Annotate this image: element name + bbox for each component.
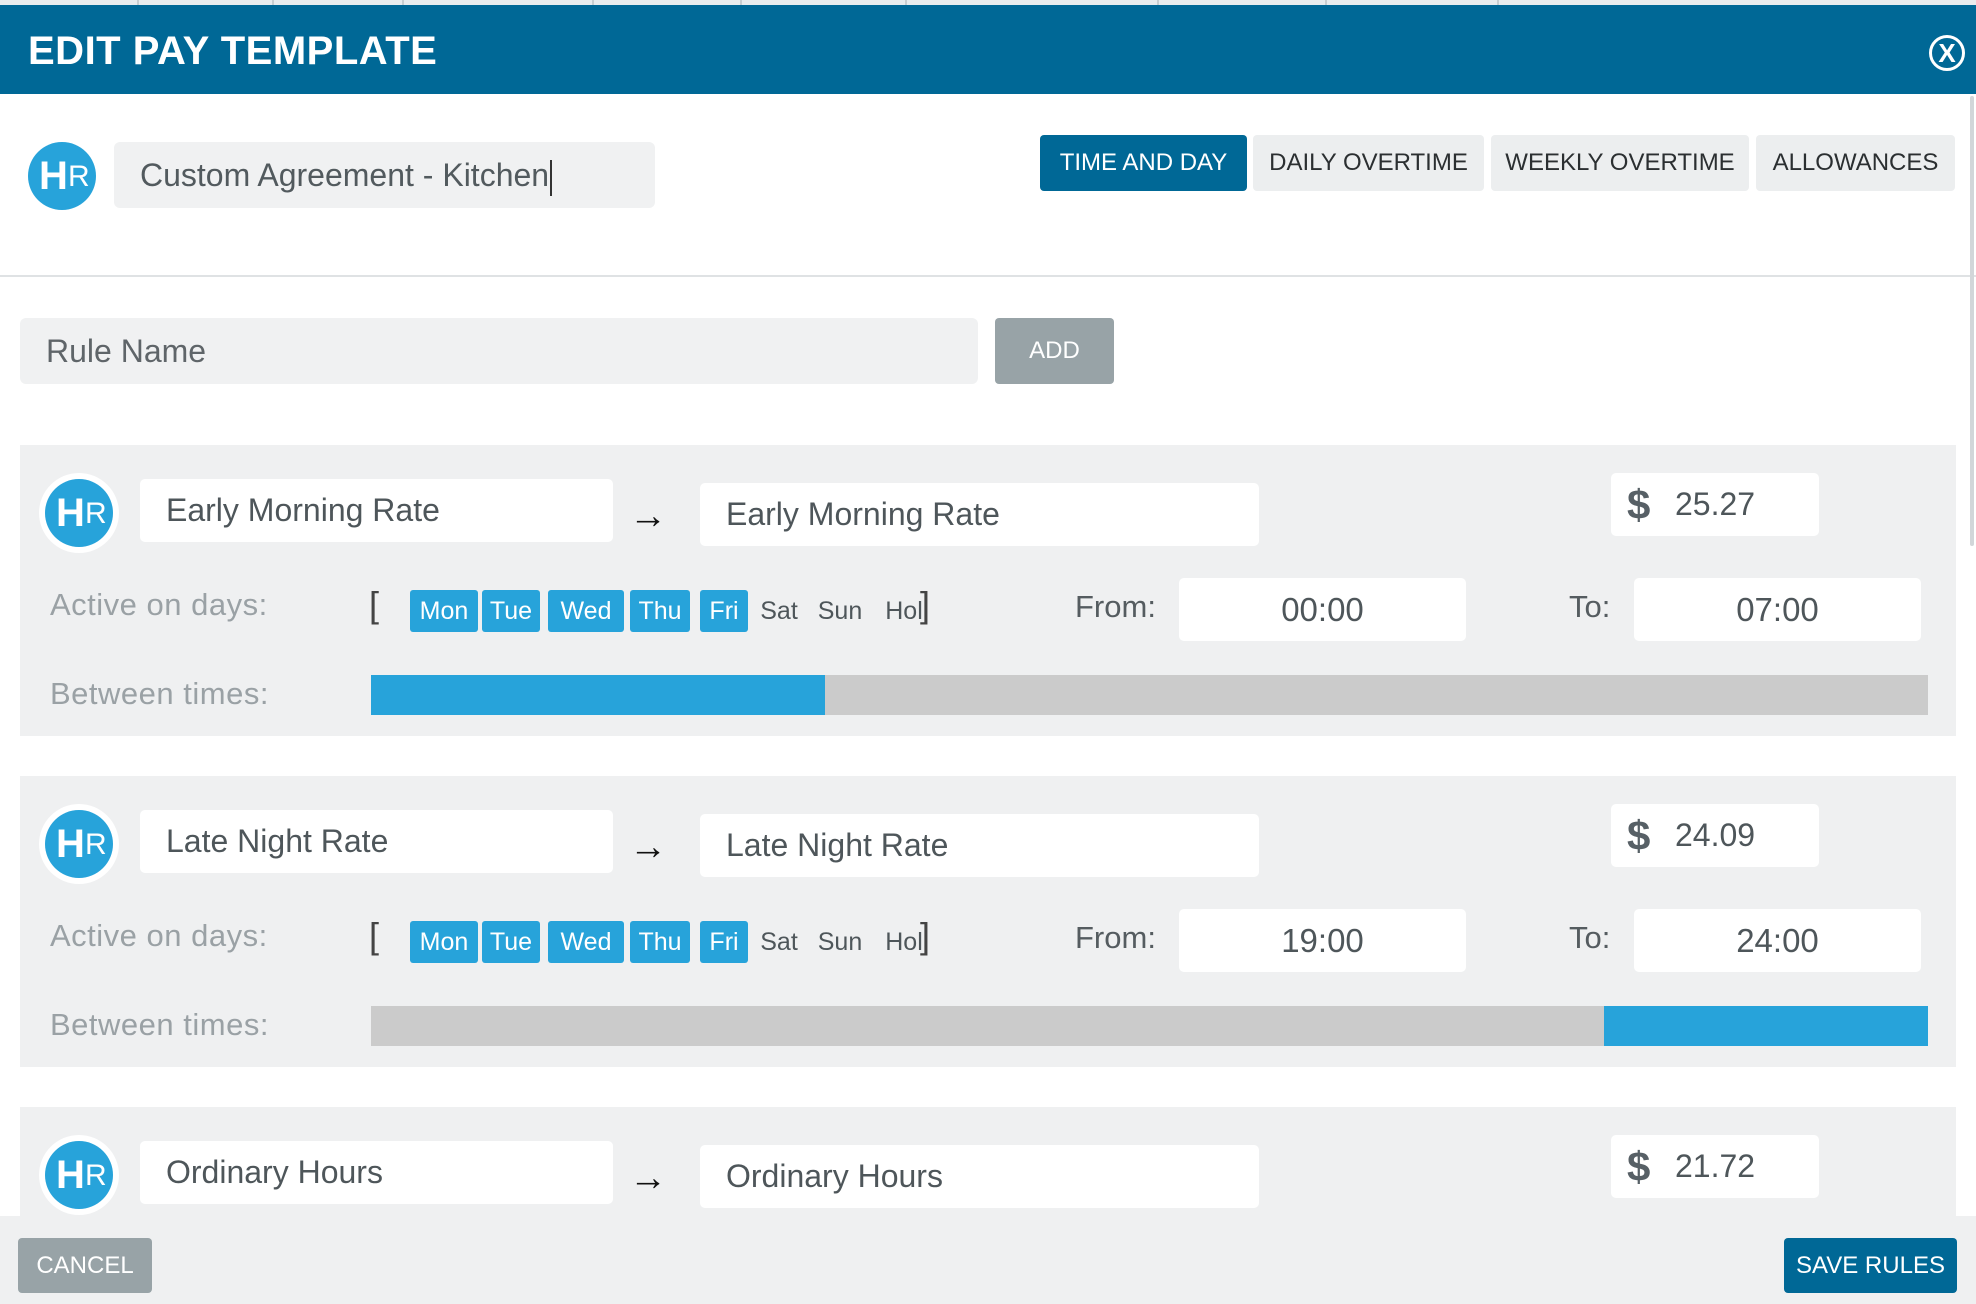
save-rules-button[interactable]: SAVE RULES [1784,1238,1957,1293]
logo-letter-r: R [85,828,107,861]
to-time-input[interactable]: 07:00 [1634,578,1921,641]
logo-letter-h: H [56,491,85,535]
rule-target-field[interactable]: Early Morning Rate [700,483,1259,546]
scrollbar[interactable] [1970,96,1974,546]
time-range-bar[interactable] [371,675,1928,715]
rule-target-field[interactable]: Late Night Rate [700,814,1259,877]
active-days-label: Active on days: [50,918,268,953]
dollar-icon: $ [1627,481,1651,528]
rate-value: 25.27 [1675,486,1756,522]
day-toggle-thu[interactable]: Thu [630,921,690,963]
logo-letter-h: H [56,1153,85,1197]
modal-footer: CANCEL SAVE RULES [0,1216,1976,1304]
from-time-input[interactable]: 00:00 [1179,578,1466,641]
template-name-input[interactable]: Custom Agreement - Kitchen [114,142,655,208]
bracket-open: [ [369,915,380,956]
time-range-fill [1604,1006,1928,1046]
day-toggle-thu[interactable]: Thu [630,590,690,632]
to-label: To: [1569,589,1611,624]
rule-target-field[interactable]: Ordinary Hours [700,1145,1259,1208]
rate-field[interactable]: $ 24.09 [1611,804,1819,867]
text-caret [550,159,553,196]
add-rule-button[interactable]: ADD [995,318,1114,384]
rate-value: 24.09 [1675,817,1756,853]
dollar-icon: $ [1627,1143,1651,1190]
day-toggle-tue[interactable]: Tue [482,590,540,632]
day-toggle-wed[interactable]: Wed [548,590,624,632]
day-toggle-hol[interactable]: Hol [880,590,928,632]
tab-allowances[interactable]: ALLOWANCES [1756,135,1955,191]
rule-card-ordinary-hours: HR Ordinary Hours → Ordinary Hours $ 21.… [20,1107,1956,1216]
logo-letter-r: R [85,1159,107,1192]
day-toggle-sun[interactable]: Sun [814,921,866,963]
cancel-button[interactable]: CANCEL [18,1238,152,1293]
hr-logo-icon: HR [45,1141,113,1209]
day-toggle-sun[interactable]: Sun [814,590,866,632]
day-toggle-mon[interactable]: Mon [410,590,478,632]
to-label: To: [1569,920,1611,955]
rule-name-field[interactable]: Late Night Rate [140,810,613,873]
logo-letter-h: H [39,154,68,198]
day-toggle-sat[interactable]: Sat [754,921,804,963]
day-toggle-tue[interactable]: Tue [482,921,540,963]
close-icon[interactable]: X [1929,35,1965,71]
day-toggle-mon[interactable]: Mon [410,921,478,963]
between-times-label: Between times: [50,1007,269,1042]
logo-letter-r: R [68,160,90,193]
arrow-right-icon: → [629,826,667,868]
rule-card-late-night: HR Late Night Rate → Late Night Rate $ 2… [20,776,1956,1067]
active-days-label: Active on days: [50,587,268,622]
time-range-bar[interactable] [371,1006,1928,1046]
template-name-value: Custom Agreement - Kitchen [140,157,550,193]
rate-value: 21.72 [1675,1148,1756,1184]
rule-name-field[interactable]: Early Morning Rate [140,479,613,542]
rule-name-input[interactable]: Rule Name [20,318,978,384]
day-toggle-fri[interactable]: Fri [700,590,748,632]
logo-letter-r: R [85,497,107,530]
rule-card-early-morning: HR Early Morning Rate → Early Morning Ra… [20,445,1956,736]
rule-name-field[interactable]: Ordinary Hours [140,1141,613,1204]
hr-logo-icon: HR [45,479,113,547]
tab-time-and-day[interactable]: TIME AND DAY [1040,135,1247,191]
modal-header: EDIT PAY TEMPLATE X [0,5,1976,94]
from-time-input[interactable]: 19:00 [1179,909,1466,972]
hr-logo-icon: HR [45,810,113,878]
arrow-right-icon: → [629,1157,667,1199]
between-times-label: Between times: [50,676,269,711]
day-toggle-sat[interactable]: Sat [754,590,804,632]
hr-logo-icon: HR [28,142,96,210]
to-time-input[interactable]: 24:00 [1634,909,1921,972]
bracket-open: [ [369,584,380,625]
day-toggle-fri[interactable]: Fri [700,921,748,963]
arrow-right-icon: → [629,495,667,537]
rate-field[interactable]: $ 25.27 [1611,473,1819,536]
tab-weekly-overtime[interactable]: WEEKLY OVERTIME [1491,135,1749,191]
modal-title: EDIT PAY TEMPLATE [28,29,438,73]
day-toggle-hol[interactable]: Hol [880,921,928,963]
time-range-fill [371,675,825,715]
from-label: From: [1075,920,1156,955]
rate-field[interactable]: $ 21.72 [1611,1135,1819,1198]
day-toggle-wed[interactable]: Wed [548,921,624,963]
logo-letter-h: H [56,822,85,866]
from-label: From: [1075,589,1156,624]
dollar-icon: $ [1627,812,1651,859]
header-divider [0,275,1976,277]
tab-daily-overtime[interactable]: DAILY OVERTIME [1253,135,1484,191]
